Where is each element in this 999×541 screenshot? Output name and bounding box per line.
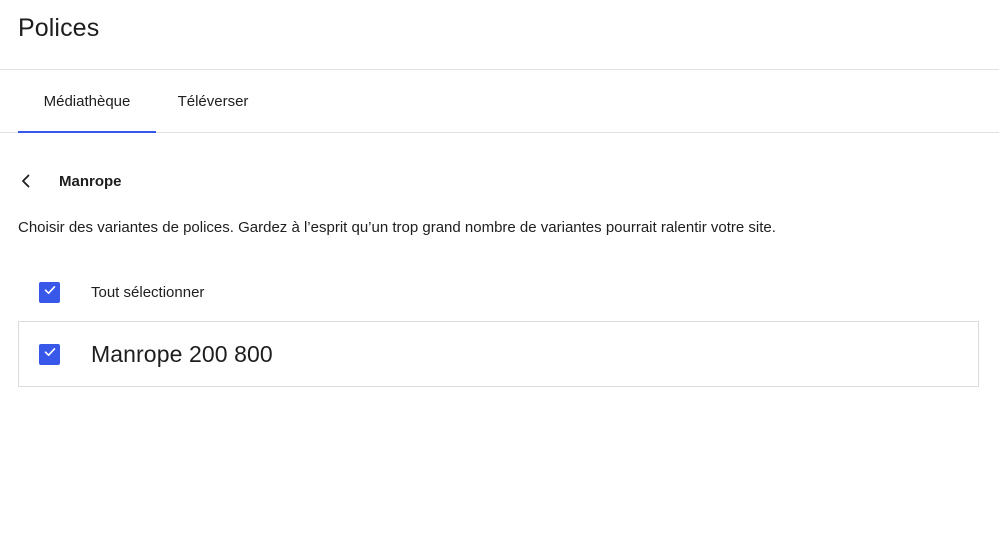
checkmark-icon (43, 283, 57, 302)
font-variant-row: Manrope 200 800 (39, 322, 273, 386)
variant-label: Manrope 200 800 (91, 340, 273, 367)
variant-checkbox[interactable] (39, 343, 60, 365)
variants-description: Choisir des variantes de polices. Gardez… (18, 219, 776, 236)
font-variant-card: Manrope 200 800 (18, 321, 979, 387)
tab-upload[interactable]: Téléverser (163, 70, 263, 132)
font-name: Manrope (59, 172, 122, 190)
select-all-label: Tout sélectionner (91, 283, 205, 301)
checkmark-icon (43, 345, 57, 364)
tab-media-library[interactable]: Médiathèque (18, 70, 156, 133)
page-title: Polices (18, 14, 100, 42)
font-details-header: Manrope (18, 165, 122, 197)
tab-bar: Médiathèque Téléverser (0, 70, 999, 133)
back-button[interactable] (18, 165, 50, 197)
select-all-checkbox[interactable] (39, 281, 60, 303)
page-header: Polices (0, 0, 999, 70)
chevron-left-icon (18, 173, 34, 189)
select-all-row: Tout sélectionner (39, 281, 204, 303)
